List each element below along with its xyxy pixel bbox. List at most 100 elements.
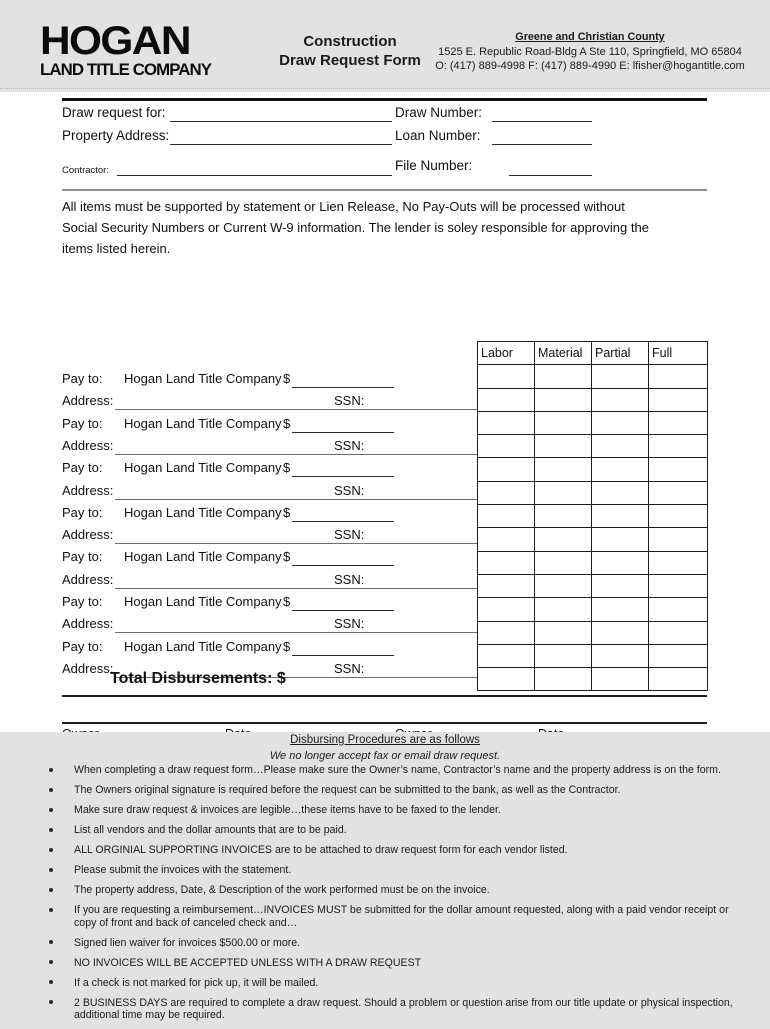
- grid-row: [477, 550, 708, 575]
- grid-cell[interactable]: [591, 573, 649, 599]
- grid-cell[interactable]: [534, 387, 592, 412]
- grid-cell[interactable]: [648, 387, 708, 412]
- input-address-ssn[interactable]: [115, 587, 477, 589]
- bullet-dot-icon: [49, 827, 53, 832]
- grid-cell[interactable]: [591, 480, 649, 506]
- procedure-bullet-text: ALL ORGINIAL SUPPORTING INVOICES are to …: [74, 844, 568, 856]
- grid-cell[interactable]: [648, 550, 708, 575]
- input-pay-amount[interactable]: [292, 387, 394, 388]
- input-loan-number[interactable]: [492, 144, 592, 145]
- input-property-address[interactable]: [170, 144, 392, 145]
- grid-cell[interactable]: [477, 643, 535, 669]
- input-address-ssn[interactable]: [115, 453, 477, 455]
- grid-cell[interactable]: [534, 597, 592, 622]
- grid-cell[interactable]: [534, 504, 592, 529]
- grid-cell[interactable]: [591, 597, 649, 622]
- bullet-dot-icon: [49, 767, 53, 772]
- input-draw-number[interactable]: [492, 121, 592, 122]
- grid-header-labor: Labor: [477, 340, 535, 366]
- grid-cell[interactable]: [477, 457, 535, 482]
- input-pay-amount[interactable]: [292, 476, 394, 478]
- grid-cell[interactable]: [534, 667, 592, 692]
- input-address-ssn[interactable]: [115, 409, 477, 411]
- label-ssn: SSN:: [334, 437, 365, 453]
- payee-name: Hogan Land Title Company: [124, 638, 282, 654]
- grid-cell[interactable]: [591, 527, 649, 552]
- grid-cell[interactable]: [477, 504, 535, 529]
- grid-cell[interactable]: [477, 387, 535, 412]
- label-ssn: SSN:: [334, 482, 365, 498]
- grid-cell[interactable]: [534, 527, 592, 552]
- grid-cell[interactable]: [477, 434, 535, 459]
- input-address-ssn[interactable]: [115, 498, 477, 500]
- grid-header-partial: Partial: [591, 340, 649, 366]
- grid-cell[interactable]: [477, 667, 535, 692]
- input-pay-amount[interactable]: [292, 431, 394, 433]
- grid-cell[interactable]: [648, 527, 708, 552]
- grid-cell[interactable]: [477, 364, 535, 389]
- label-address: Address:: [62, 660, 114, 676]
- grid-cell[interactable]: [648, 667, 708, 692]
- input-pay-amount[interactable]: [292, 520, 394, 522]
- grid-cell[interactable]: [534, 550, 592, 575]
- label-property-address: Property Address:: [62, 128, 170, 143]
- label-ssn: SSN:: [334, 571, 365, 587]
- grid-cell[interactable]: [534, 643, 592, 669]
- grid-cell[interactable]: [591, 364, 649, 389]
- input-pay-amount[interactable]: [292, 565, 394, 567]
- allocation-grid: Labor Material Partial Full: [477, 340, 708, 692]
- grid-cell[interactable]: [648, 597, 708, 622]
- grid-cell[interactable]: [591, 643, 649, 669]
- grid-cell[interactable]: [477, 410, 535, 436]
- grid-cell[interactable]: [591, 504, 649, 529]
- input-address-ssn[interactable]: [115, 543, 477, 545]
- grid-cell[interactable]: [534, 573, 592, 599]
- procedure-bullet: 2 BUSINESS DAYS are required to complete…: [44, 997, 744, 1022]
- total-disbursements-line[interactable]: [62, 695, 707, 697]
- currency-symbol: $: [283, 415, 291, 431]
- grid-cell[interactable]: [648, 643, 708, 669]
- grid-cell[interactable]: [648, 504, 708, 529]
- grid-cell[interactable]: [648, 573, 708, 599]
- grid-cell[interactable]: [591, 457, 649, 482]
- grid-cell[interactable]: [648, 364, 708, 389]
- input-file-number[interactable]: [509, 175, 592, 176]
- grid-cell[interactable]: [534, 434, 592, 459]
- grid-cell[interactable]: [648, 480, 708, 506]
- grid-cell[interactable]: [591, 410, 649, 436]
- notice-line-2: Social Security Numbers or Current W-9 i…: [62, 220, 649, 235]
- label-draw-number: Draw Number:: [395, 105, 483, 120]
- grid-cell[interactable]: [534, 457, 592, 482]
- input-address-ssn[interactable]: [115, 632, 477, 634]
- procedure-bullet-text: If a check is not marked for pick up, it…: [74, 976, 319, 989]
- currency-symbol: $: [283, 594, 291, 609]
- input-draw-request-for[interactable]: [170, 121, 392, 122]
- grid-cell[interactable]: [534, 480, 592, 506]
- grid-cell[interactable]: [477, 573, 535, 599]
- grid-cell[interactable]: [591, 387, 649, 412]
- grid-cell[interactable]: [591, 667, 649, 692]
- grid-cell[interactable]: [648, 620, 708, 645]
- grid-cell[interactable]: [477, 550, 535, 575]
- grid-cell[interactable]: [591, 434, 649, 459]
- grid-cell[interactable]: [534, 364, 592, 389]
- address-line-2: O: (417) 889-4998 F: (417) 889-4990 E: l…: [435, 60, 745, 72]
- input-pay-amount[interactable]: [292, 610, 394, 611]
- procedure-bullet: If you are requesting a reimbursement…IN…: [44, 904, 744, 929]
- payee-name: Hogan Land Title Company: [124, 594, 282, 609]
- notice-top-rule: [62, 189, 707, 191]
- grid-cell[interactable]: [477, 527, 535, 552]
- grid-cell[interactable]: [648, 434, 708, 459]
- label-pay-to: Pay to:: [62, 371, 103, 386]
- grid-cell[interactable]: [534, 620, 592, 645]
- grid-cell[interactable]: [534, 410, 592, 436]
- input-contractor[interactable]: [117, 175, 392, 176]
- grid-cell[interactable]: [648, 457, 708, 482]
- input-pay-amount[interactable]: [292, 654, 394, 656]
- grid-cell[interactable]: [477, 597, 535, 622]
- grid-cell[interactable]: [477, 480, 535, 506]
- grid-cell[interactable]: [648, 410, 708, 436]
- grid-cell[interactable]: [477, 620, 535, 645]
- grid-cell[interactable]: [591, 550, 649, 575]
- grid-cell[interactable]: [591, 620, 649, 645]
